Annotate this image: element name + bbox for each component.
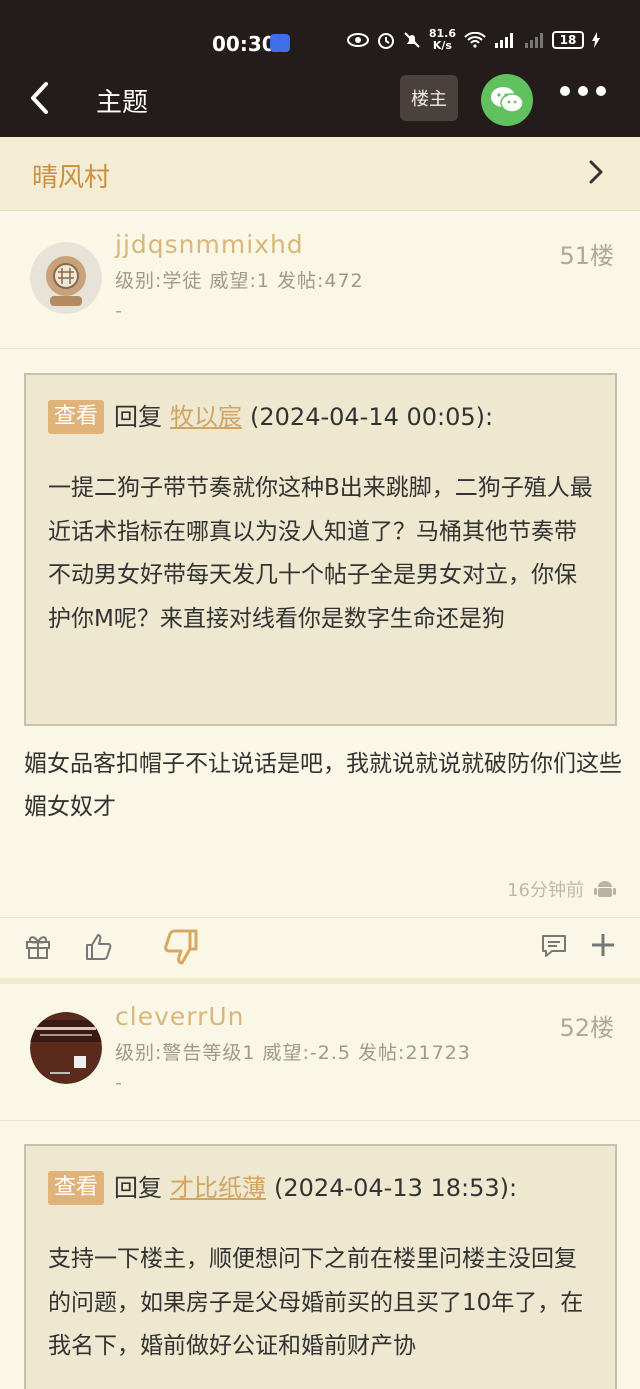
like-button[interactable] — [84, 932, 114, 966]
quote-header: 查看 回复 牧以宸 (2024-04-14 00:05): — [48, 397, 593, 437]
status-icons: 81.6 K/s 18 — [346, 27, 600, 52]
avatar[interactable] — [30, 242, 102, 314]
alarm-icon — [377, 33, 394, 49]
reply-word: 回复 — [114, 1174, 163, 1202]
user-signature: - — [115, 300, 122, 322]
battery-icon: 18 — [552, 31, 584, 49]
quoted-user-link[interactable]: 牧以宸 — [170, 397, 242, 437]
gift-button[interactable] — [24, 932, 52, 964]
dislike-button[interactable] — [162, 928, 200, 970]
view-quote-button[interactable]: 查看 — [48, 1171, 105, 1205]
add-button[interactable] — [590, 932, 616, 962]
username[interactable]: jjdqsnmmixhd — [115, 230, 304, 259]
forum-name: 晴风村 — [32, 163, 111, 193]
back-button[interactable] — [28, 78, 60, 118]
status-time: 00:30 — [212, 32, 276, 56]
comment-icon — [542, 935, 566, 957]
plus-icon — [592, 934, 614, 956]
more-menu-button[interactable] — [560, 86, 606, 96]
quote-date: (2024-04-13 18:53): — [274, 1174, 518, 1202]
net-speed: 81.6 K/s — [428, 27, 456, 52]
quoted-user-link[interactable]: 才比纸薄 — [170, 1168, 266, 1208]
eye-icon — [346, 33, 369, 47]
post-header: jjdqsnmmixhd 级别:学徒 威望:1 发帖:472 - 51楼 — [0, 212, 640, 349]
dot-icon — [560, 86, 570, 96]
top-bar: 主题 楼主 — [0, 62, 640, 137]
floor-number: 52楼 — [559, 1014, 614, 1042]
comment-button[interactable] — [540, 932, 568, 964]
view-quote-button[interactable]: 查看 — [48, 400, 105, 434]
user-info: 级别:学徒 威望:1 发帖:472 — [115, 270, 364, 292]
thumbs-down-icon — [164, 929, 198, 965]
chevron-right-icon — [588, 159, 604, 189]
quote-date: (2024-04-14 00:05): — [250, 403, 494, 431]
wechat-share-button[interactable] — [481, 74, 533, 126]
post-time: 16分钟前 — [507, 880, 584, 901]
charging-icon — [592, 32, 600, 48]
reply-word: 回复 — [114, 403, 163, 431]
quote-body: 一提二狗子带节奏就你这种B出来跳脚，二狗子殖人最近话术指标在哪真以为没人知道了？… — [48, 475, 593, 632]
quote-body: 支持一下楼主，顺便想问下之前在楼里问楼主没回复的问题，如果房子是父母婚前买的且买… — [48, 1246, 584, 1359]
post-52: cleverrUn 级别:警告等级1 威望:-2.5 发帖:21723 - 52… — [0, 984, 640, 1389]
avatar[interactable] — [30, 1012, 102, 1084]
post-actions — [0, 917, 640, 981]
post-51: jjdqsnmmixhd 级别:学徒 威望:1 发帖:472 - 51楼 查看 … — [0, 212, 640, 982]
user-signature: - — [115, 1072, 122, 1094]
thumbs-up-icon — [86, 934, 112, 960]
post-header: cleverrUn 级别:警告等级1 威望:-2.5 发帖:21723 - 52… — [0, 984, 640, 1121]
post-time-row: 16分钟前 — [507, 876, 616, 902]
quote-block: 查看 回复 牧以宸 (2024-04-14 00:05): 一提二狗子带节奏就你… — [24, 373, 617, 726]
signal-2-icon — [525, 33, 543, 48]
wechat-icon — [491, 87, 524, 113]
android-icon — [594, 881, 616, 897]
username[interactable]: cleverrUn — [115, 1002, 245, 1031]
signal-icon — [495, 33, 513, 48]
page-title: 主题 — [96, 88, 149, 118]
wifi-icon — [464, 32, 486, 48]
gift-icon — [26, 936, 50, 959]
quote-header: 查看 回复 才比纸薄 (2024-04-13 18:53): — [48, 1168, 593, 1208]
owner-only-button[interactable]: 楼主 — [400, 75, 458, 121]
dot-icon — [578, 86, 588, 96]
app-notification-icon — [270, 34, 290, 52]
post-content: 媚女品客扣帽子不让说话是吧，我就说就说就破防你们这些媚女奴才 — [24, 751, 622, 820]
quote-block: 查看 回复 才比纸薄 (2024-04-13 18:53): 支持一下楼主，顺便… — [24, 1144, 617, 1389]
mute-icon — [404, 32, 420, 48]
floor-number: 51楼 — [559, 242, 614, 270]
status-bar: 00:30 81.6 K/s 18 — [0, 0, 640, 62]
forum-link[interactable]: 晴风村 — [0, 137, 640, 211]
user-info: 级别:警告等级1 威望:-2.5 发帖:21723 — [115, 1042, 471, 1064]
dot-icon — [596, 86, 606, 96]
chevron-left-icon — [31, 82, 48, 114]
